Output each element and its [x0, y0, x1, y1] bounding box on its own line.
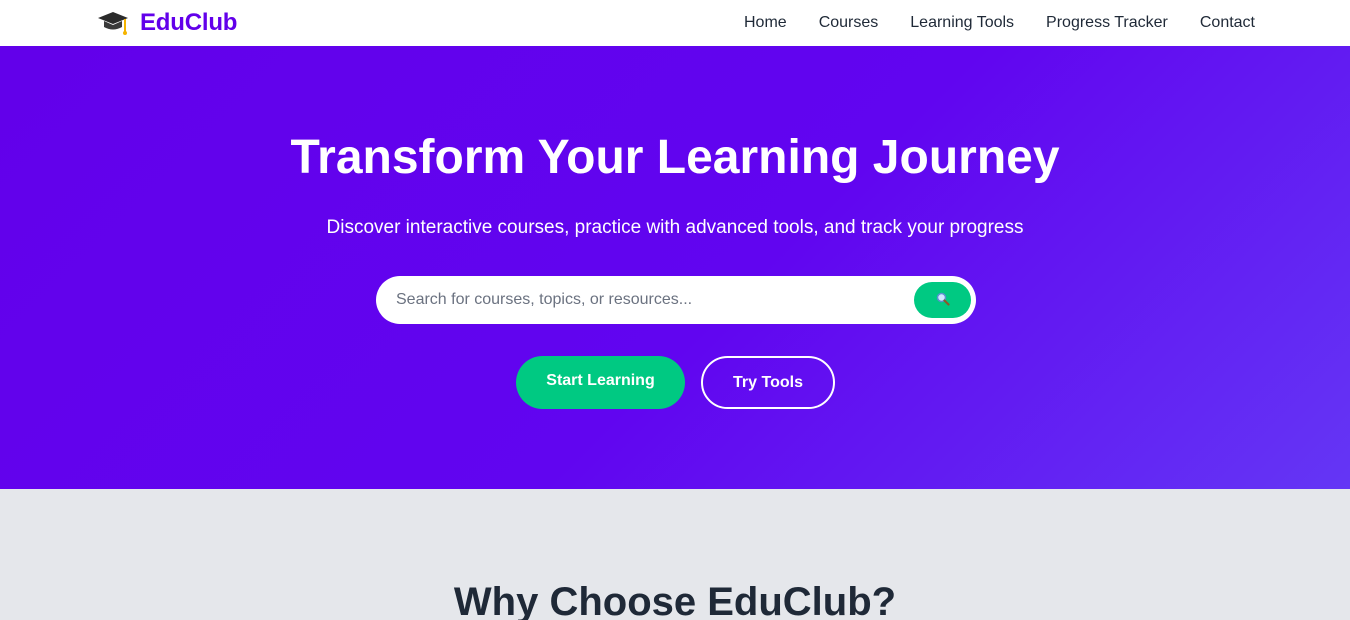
hero-title: Transform Your Learning Journey — [290, 131, 1060, 184]
logo-link[interactable]: EduClub — [96, 0, 237, 46]
hero-section: Transform Your Learning Journey Discover… — [0, 46, 1350, 489]
start-learning-button[interactable]: Start Learning — [516, 356, 685, 409]
brand-name: EduClub — [140, 9, 238, 36]
main-nav: Home Courses Learning Tools Progress Tra… — [712, 0, 1255, 46]
features-title: Why Choose EduClub? — [453, 580, 897, 620]
search-bar — [376, 276, 976, 324]
search-input[interactable] — [396, 285, 896, 315]
magnifier-icon — [936, 292, 950, 309]
nav-item-home[interactable]: Home — [744, 14, 787, 32]
try-tools-button[interactable]: Try Tools — [701, 356, 835, 409]
hero-subtitle: Discover interactive courses, practice w… — [326, 217, 1024, 238]
features-section: Why Choose EduClub? — [0, 489, 1350, 620]
nav-item-contact[interactable]: Contact — [1200, 14, 1255, 32]
nav-item-learning-tools[interactable]: Learning Tools — [910, 14, 1014, 32]
site-header: EduClub Home Courses Learning Tools Prog… — [0, 0, 1350, 46]
search-button[interactable] — [914, 282, 971, 318]
nav-item-courses[interactable]: Courses — [819, 14, 879, 32]
graduation-cap-icon — [96, 8, 130, 38]
nav-item-progress-tracker[interactable]: Progress Tracker — [1046, 14, 1168, 32]
